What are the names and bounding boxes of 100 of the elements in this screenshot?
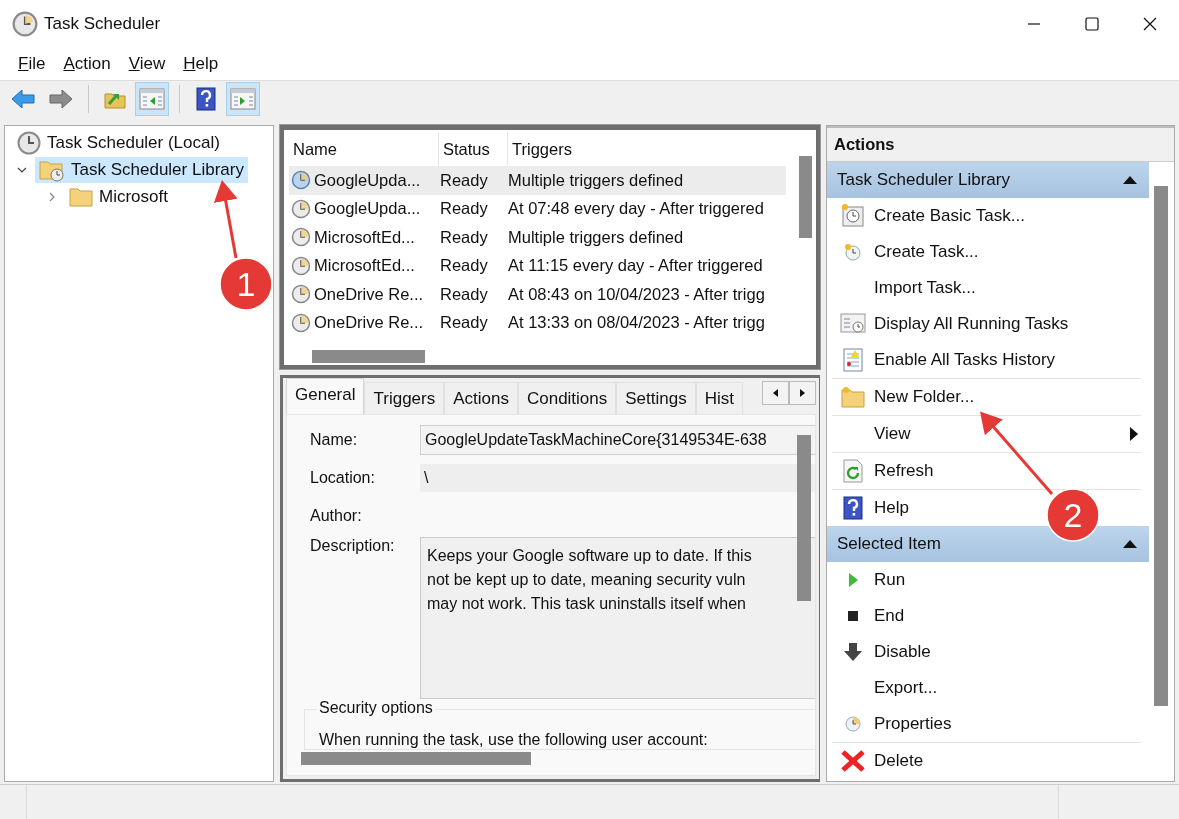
menu-item[interactable]: Help xyxy=(174,54,228,74)
scrollbar[interactable] xyxy=(1154,186,1168,706)
pane-command[interactable]: Properties xyxy=(874,714,952,734)
table-cell-text: Ready xyxy=(439,199,489,219)
name-field[interactable]: GoogleUpdateTaskMachineCore{3149534E-638 xyxy=(420,425,815,455)
table-cell-text: At 11:15 every day - After triggered xyxy=(507,256,764,276)
pane-command[interactable]: New Folder... xyxy=(874,387,975,407)
refresh-icon xyxy=(843,459,863,483)
collapse-icon[interactable] xyxy=(1123,176,1137,184)
scrollbar[interactable] xyxy=(797,435,811,601)
clock-icon xyxy=(291,255,311,276)
tab[interactable]: Settings xyxy=(616,382,696,414)
section-header[interactable]: Selected Item xyxy=(827,526,1149,562)
menu-item[interactable]: View xyxy=(119,54,175,74)
tree-label: Task Scheduler (Local) xyxy=(47,132,220,153)
folder-icon xyxy=(841,386,865,408)
table-cell: MicrosoftEd... xyxy=(314,227,415,247)
security-text: When running the task, use the following user account: xyxy=(318,731,709,749)
scrollbar[interactable] xyxy=(301,752,531,765)
field-label: Description: xyxy=(310,537,396,555)
pane-command[interactable]: Help xyxy=(874,498,909,518)
tree-label: Microsoft xyxy=(99,186,168,207)
table-cell: GoogleUpda... xyxy=(314,199,421,219)
pane-command[interactable]: Import Task... xyxy=(874,278,976,298)
field-label: Author: xyxy=(310,507,363,525)
pane-command[interactable]: Refresh xyxy=(874,461,934,481)
scroll-right-button[interactable] xyxy=(789,381,816,405)
pane-command[interactable]: Export... xyxy=(874,678,938,698)
back-arrow-icon xyxy=(10,88,36,110)
pane-icon xyxy=(230,88,256,110)
table-cell: OneDrive Re... xyxy=(314,313,424,333)
table-cell-text: Ready xyxy=(439,227,489,247)
task-row[interactable]: MicrosoftEd... Ready At 11:15 every day - After triggered xyxy=(289,251,786,280)
task-row[interactable]: GoogleUpda... Ready Multiple triggers defined xyxy=(289,166,786,195)
column-header[interactable]: Triggers xyxy=(508,132,786,166)
section-header[interactable]: Task Scheduler Library xyxy=(827,162,1149,198)
table-cell: MicrosoftEd... xyxy=(314,256,415,276)
tree-item[interactable]: Microsoft xyxy=(65,184,172,209)
delete-icon xyxy=(841,750,865,772)
pane-toggle-button[interactable] xyxy=(226,82,260,116)
table-cell: OneDrive Re... xyxy=(314,284,424,304)
table-cell-text: Ready xyxy=(439,170,489,190)
tab[interactable]: Hist xyxy=(695,382,743,414)
pane-command[interactable]: Run xyxy=(874,570,906,590)
task-row[interactable]: OneDrive Re... Ready At 13:33 on 08/04/2023 - After trigg xyxy=(289,308,786,337)
pane-command[interactable]: Create Basic Task... xyxy=(874,206,1025,226)
field-label: Name: xyxy=(310,431,359,449)
section-title: Selected Item xyxy=(837,534,941,554)
table-cell-text: Multiple triggers defined xyxy=(507,170,685,190)
task-row[interactable]: MicrosoftEd... Ready Multiple triggers defined xyxy=(289,223,786,252)
pane-command[interactable]: View xyxy=(874,424,911,444)
pane-toggle-button[interactable] xyxy=(135,82,169,116)
tree-item[interactable]: Task Scheduler (Local) xyxy=(13,129,224,156)
scrollbar[interactable] xyxy=(799,156,812,238)
table-cell-text: Ready xyxy=(439,313,489,333)
table-cell-text: Ready xyxy=(439,256,489,276)
menu-item[interactable]: File xyxy=(9,54,55,74)
group-title: Security options xyxy=(317,699,435,717)
task-list-icon xyxy=(840,313,866,335)
task-row[interactable]: OneDrive Re... Ready At 08:43 on 10/04/2023 - After trigg xyxy=(289,280,786,309)
submenu-arrow-icon xyxy=(1130,427,1138,441)
notebook-icon xyxy=(842,348,864,372)
table-cell: GoogleUpda... xyxy=(314,170,421,190)
field-label: Location: xyxy=(310,469,376,487)
pane-command[interactable]: Disable xyxy=(874,642,931,662)
pane-command[interactable]: Enable All Tasks History xyxy=(874,350,1056,370)
description-field[interactable]: Keeps your Google software up to date. If this not be kept up to date, meaning security vuln may not work. This task uninstalls itself when xyxy=(420,537,815,699)
pane-command[interactable]: Display All Running Tasks xyxy=(874,314,1069,334)
tab[interactable]: Conditions xyxy=(517,382,617,414)
callout-marker: 2 xyxy=(1046,488,1100,542)
collapse-icon[interactable] xyxy=(1123,540,1137,548)
tab[interactable]: General xyxy=(286,378,365,414)
clock-icon xyxy=(291,198,311,219)
scrollbar[interactable] xyxy=(312,350,425,363)
table-cell-text: Ready xyxy=(439,284,489,304)
scroll-left-button[interactable] xyxy=(762,381,789,405)
left-triangle-icon xyxy=(772,389,779,397)
pane-icon xyxy=(139,88,165,110)
window-title: Task Scheduler xyxy=(44,14,161,34)
clock-icon xyxy=(291,312,311,333)
task-row[interactable]: GoogleUpda... Ready At 07:48 every day - After triggered xyxy=(289,194,786,223)
clock-icon xyxy=(291,284,311,305)
location-field[interactable]: \ xyxy=(420,464,815,492)
menu-item[interactable]: Action xyxy=(54,54,120,74)
tab[interactable]: Triggers xyxy=(364,382,445,414)
table-cell-text: Multiple triggers defined xyxy=(507,227,685,247)
clock-icon xyxy=(291,227,311,248)
folder-icon xyxy=(69,185,93,208)
section-title: Task Scheduler Library xyxy=(837,170,1010,190)
tab[interactable]: Actions xyxy=(444,382,518,414)
pane-command[interactable]: Create Task... xyxy=(874,242,979,262)
tree-label: Task Scheduler Library xyxy=(71,159,244,180)
help-icon xyxy=(196,87,216,111)
pane-command[interactable]: Delete xyxy=(874,751,924,771)
close-icon xyxy=(1143,17,1157,31)
clock-icon xyxy=(17,130,41,155)
callout-marker: 1 xyxy=(219,257,273,311)
help-icon xyxy=(843,496,863,520)
tree-item[interactable]: Task Scheduler Library xyxy=(35,156,248,183)
pane-command[interactable]: End xyxy=(874,606,905,626)
